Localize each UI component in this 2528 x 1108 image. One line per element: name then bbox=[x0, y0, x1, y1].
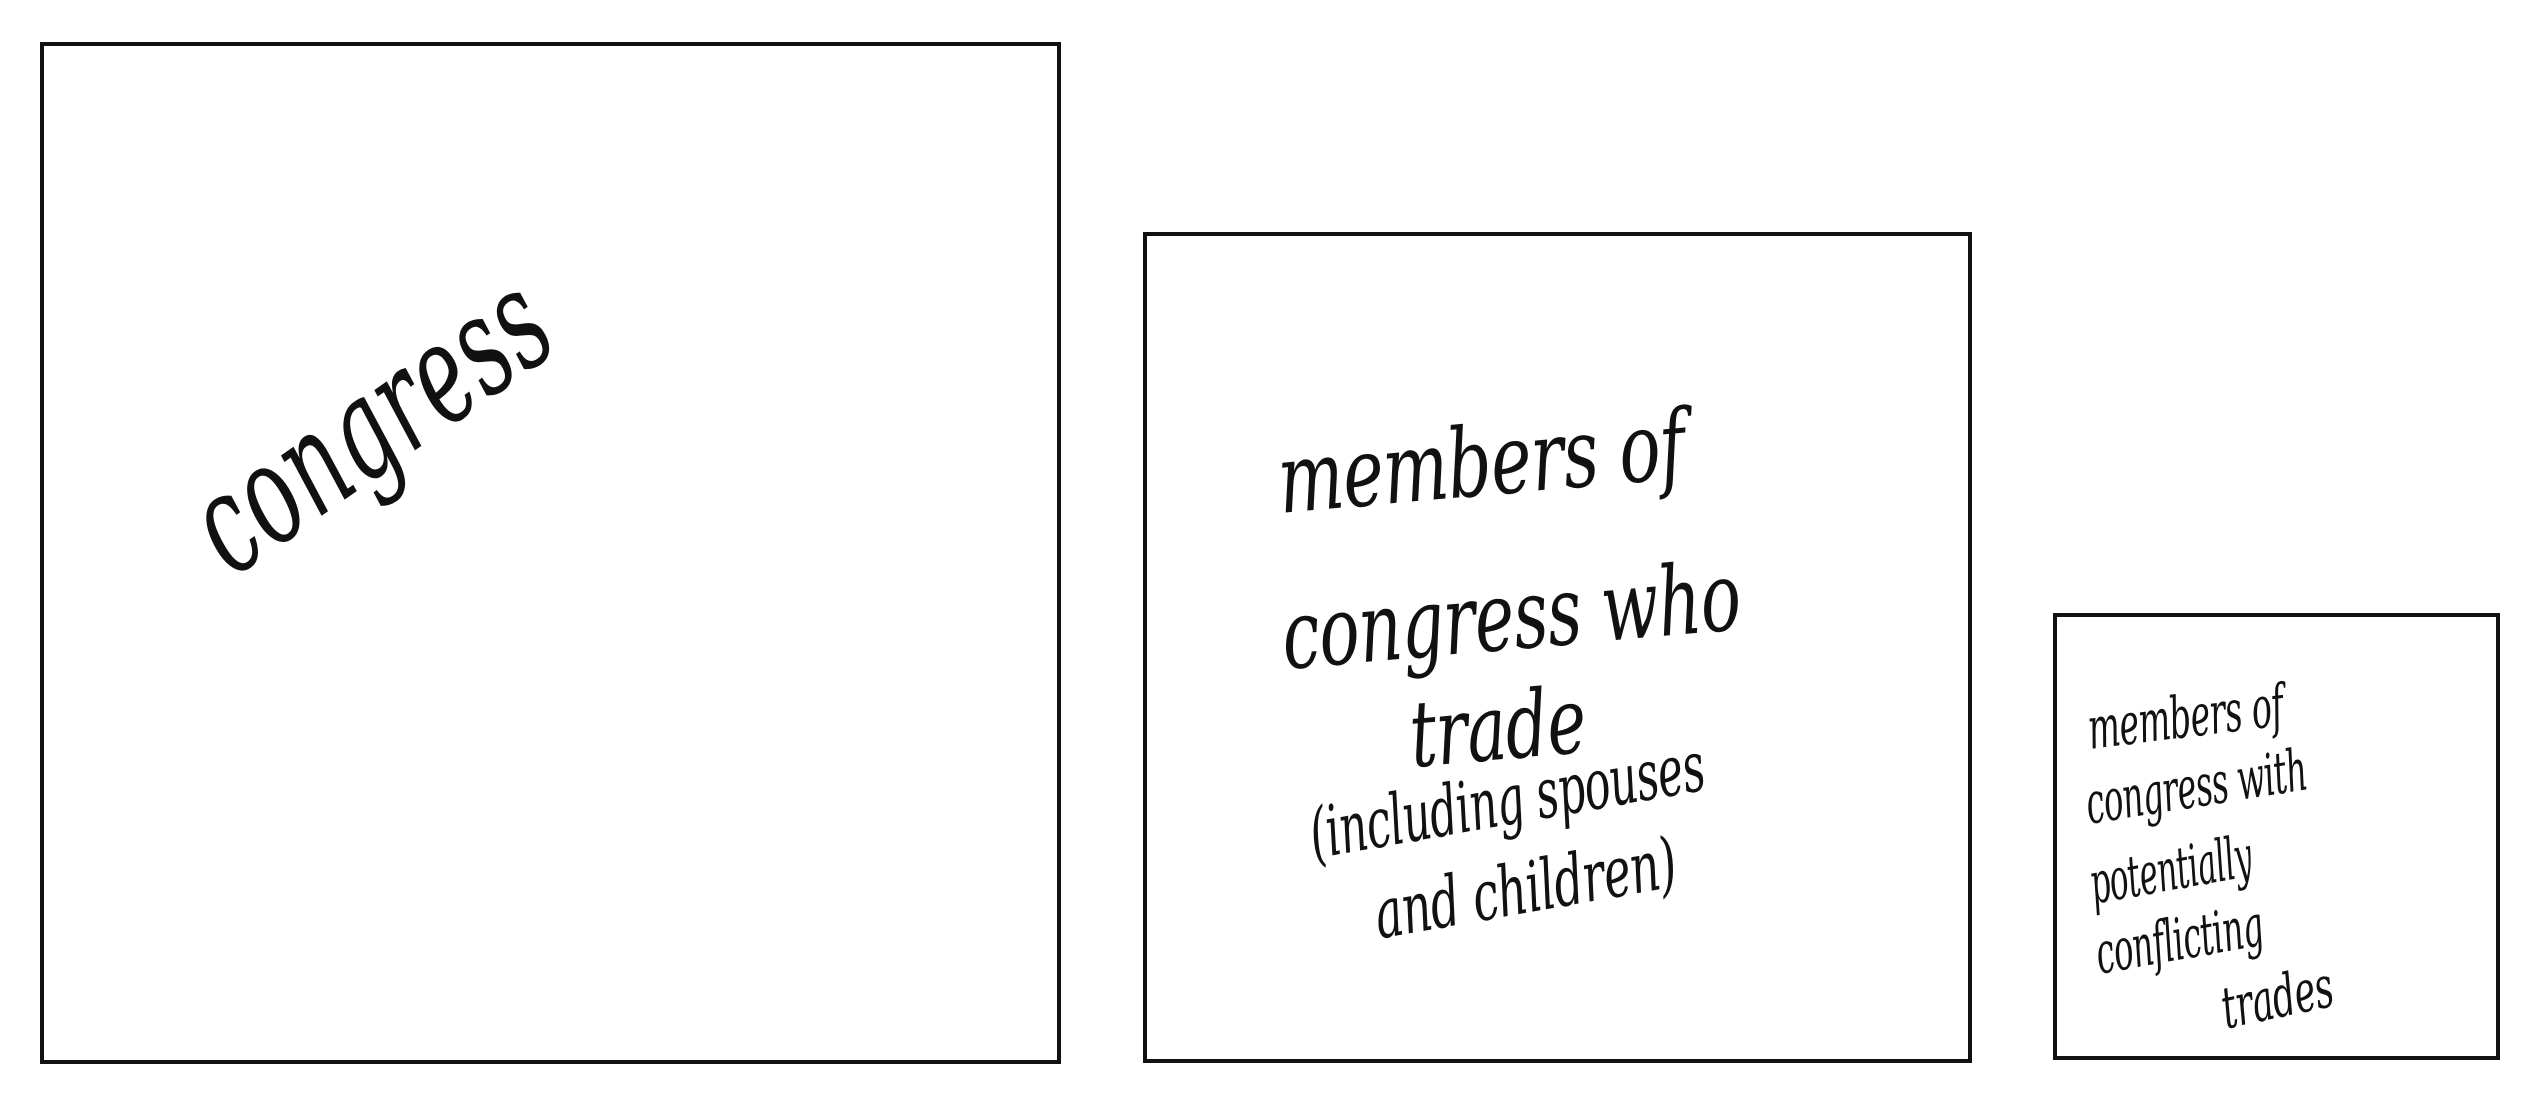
box-congress bbox=[40, 42, 1061, 1064]
